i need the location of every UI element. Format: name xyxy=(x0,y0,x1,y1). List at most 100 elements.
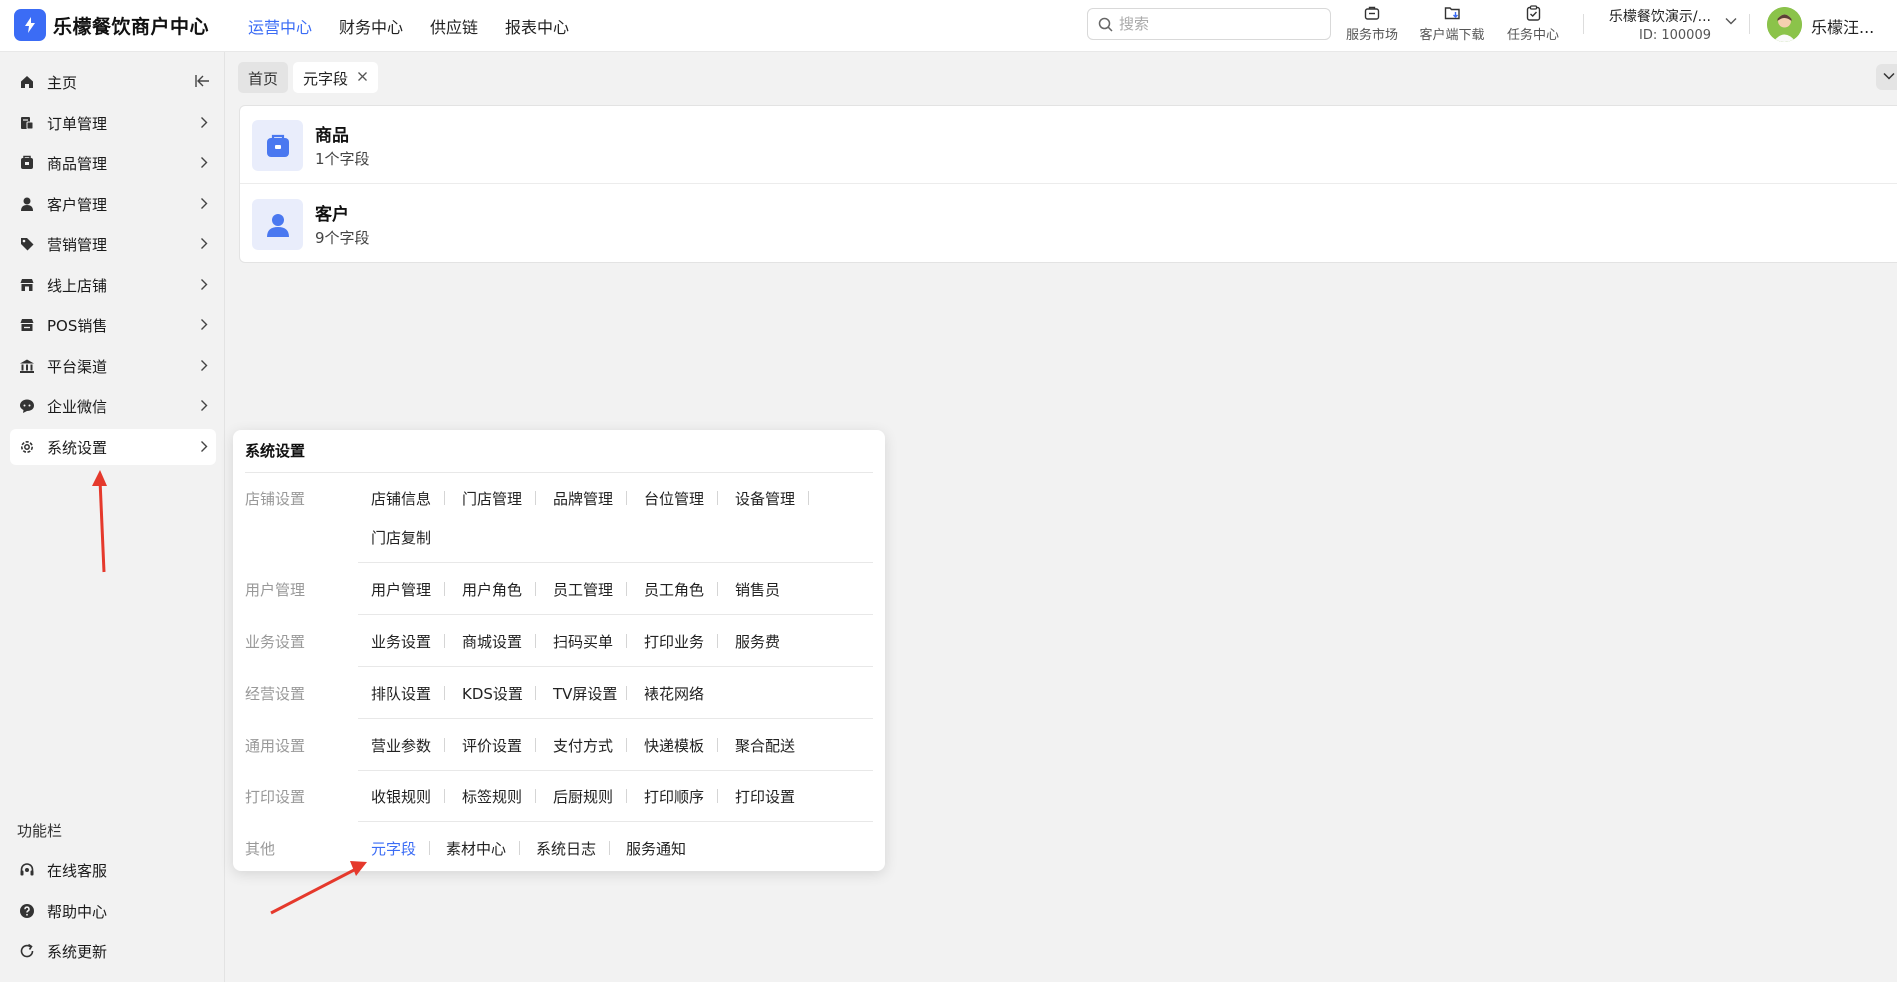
link-table-management[interactable]: 台位管理 xyxy=(644,488,704,509)
client-download-button[interactable]: 客户端下载 xyxy=(1415,4,1489,48)
username[interactable]: 乐檬汪... xyxy=(1811,14,1874,38)
collapse-sidebar-icon[interactable] xyxy=(194,74,210,88)
divider xyxy=(717,738,718,752)
avatar[interactable] xyxy=(1767,7,1802,42)
link-queue-settings[interactable]: 排队设置 xyxy=(371,683,431,704)
link-kds-settings[interactable]: KDS设置 xyxy=(462,683,523,704)
brand-logo-icon[interactable] xyxy=(14,9,46,41)
link-brand-management[interactable]: 品牌管理 xyxy=(553,488,613,509)
link-label-rules[interactable]: 标签规则 xyxy=(462,786,522,807)
link-staff-management[interactable]: 员工管理 xyxy=(553,579,613,600)
tag-icon xyxy=(21,238,34,251)
top-nav-reports[interactable]: 报表中心 xyxy=(505,14,569,38)
sidebar-item-label: POS销售 xyxy=(47,317,108,335)
link-salesperson[interactable]: 销售员 xyxy=(735,579,780,600)
link-print-order[interactable]: 打印顺序 xyxy=(644,786,704,807)
list-item-goods[interactable]: 商品 1个字段 xyxy=(240,106,1897,184)
link-store-copy[interactable]: 门店复制 xyxy=(371,527,431,548)
service-market-button[interactable]: 服务市场 xyxy=(1342,4,1402,48)
search-input[interactable] xyxy=(1119,13,1319,35)
task-center-button[interactable]: 任务中心 xyxy=(1503,4,1563,48)
chevron-down-icon xyxy=(1725,18,1737,25)
group-title: 业务设置 xyxy=(245,633,306,651)
top-bar: 乐檬餐饮商户中心 运营中心 财务中心 供应链 报表中心 服务市场 客户端下载 任… xyxy=(0,0,1897,52)
top-nav-supply-chain[interactable]: 供应链 xyxy=(430,14,478,38)
search-box[interactable] xyxy=(1087,8,1331,40)
divider xyxy=(444,634,445,648)
close-icon[interactable] xyxy=(357,71,368,82)
link-user-roles[interactable]: 用户角色 xyxy=(462,579,522,600)
list-item-customers[interactable]: 客户 9个字段 xyxy=(240,185,1897,263)
top-nav-finance[interactable]: 财务中心 xyxy=(339,14,403,38)
link-print-settings[interactable]: 打印设置 xyxy=(735,786,795,807)
clipboard-check-icon xyxy=(1526,5,1540,21)
order-icon xyxy=(21,117,34,130)
link-kitchen-rules[interactable]: 后厨规则 xyxy=(553,786,613,807)
headset-icon xyxy=(20,863,34,876)
sidebar-item-system-settings[interactable]: 系统设置 xyxy=(10,429,216,465)
home-icon xyxy=(21,76,33,88)
link-meta-fields[interactable]: 元字段 xyxy=(371,838,416,859)
link-mall-settings[interactable]: 商城设置 xyxy=(462,631,522,652)
link-branch-management[interactable]: 门店管理 xyxy=(462,488,522,509)
link-staff-roles[interactable]: 员工角色 xyxy=(644,579,704,600)
sidebar-item-label: 帮助中心 xyxy=(47,903,108,921)
sidebar-item-online-support[interactable]: 在线客服 xyxy=(10,852,216,888)
link-aggregated-delivery[interactable]: 聚合配送 xyxy=(735,735,795,756)
divider xyxy=(358,821,873,822)
customer-user-icon xyxy=(252,199,303,250)
link-decoration-network[interactable]: 裱花网络 xyxy=(644,683,704,704)
sidebar-item-customers[interactable]: 客户管理 xyxy=(10,186,216,222)
link-store-info[interactable]: 店铺信息 xyxy=(371,488,431,509)
card-title: 客户 xyxy=(315,205,349,225)
tab-meta-fields[interactable]: 元字段 xyxy=(293,62,379,93)
chevron-right-icon xyxy=(201,319,208,330)
group-title: 用户管理 xyxy=(245,581,306,599)
task-center-label: 任务中心 xyxy=(1506,28,1559,43)
sidebar-item-orders[interactable]: 订单管理 xyxy=(10,105,216,141)
sidebar-item-platform-channels[interactable]: 平台渠道 xyxy=(10,348,216,384)
settings-group-other: 其他 元字段 素材中心 系统日志 服务通知 xyxy=(245,838,873,868)
sidebar-item-help-center[interactable]: 帮助中心 xyxy=(10,893,216,929)
chevron-right-icon xyxy=(201,238,208,249)
link-business-settings[interactable]: 业务设置 xyxy=(371,631,431,652)
link-review-settings[interactable]: 评价设置 xyxy=(462,735,522,756)
search-icon xyxy=(1098,17,1113,32)
link-print-business[interactable]: 打印业务 xyxy=(644,631,704,652)
gear-icon xyxy=(21,441,33,453)
sidebar-item-label: 线上店铺 xyxy=(47,277,108,295)
link-tv-screen-settings[interactable]: TV屏设置 xyxy=(553,683,617,704)
bank-icon xyxy=(20,359,34,373)
top-nav-operations[interactable]: 运营中心 xyxy=(248,14,312,38)
link-cashier-rules[interactable]: 收银规则 xyxy=(371,786,431,807)
link-business-params[interactable]: 营业参数 xyxy=(371,735,431,756)
sidebar-item-home[interactable]: 主页 xyxy=(10,64,216,100)
divider xyxy=(358,770,873,771)
sidebar-item-label: 订单管理 xyxy=(47,115,108,133)
tab-home[interactable]: 首页 xyxy=(238,62,289,93)
link-shipping-templates[interactable]: 快递模板 xyxy=(644,735,704,756)
link-scan-pay[interactable]: 扫码买单 xyxy=(553,631,613,652)
header-divider xyxy=(1749,14,1750,34)
divider xyxy=(626,582,627,596)
divider xyxy=(717,634,718,648)
link-payment-methods[interactable]: 支付方式 xyxy=(553,735,613,756)
sidebar-item-marketing[interactable]: 营销管理 xyxy=(10,226,216,262)
link-user-management[interactable]: 用户管理 xyxy=(371,579,431,600)
link-service-notifications[interactable]: 服务通知 xyxy=(626,838,686,859)
group-title: 其他 xyxy=(245,840,276,858)
settings-group-business: 业务设置 业务设置 商城设置 扫码买单 打印业务 服务费 xyxy=(245,631,873,661)
link-device-management[interactable]: 设备管理 xyxy=(735,488,795,509)
store-switcher[interactable]: 乐檬餐饮演示/... ID: 100009 xyxy=(1599,4,1739,48)
link-system-logs[interactable]: 系统日志 xyxy=(536,838,596,859)
divider xyxy=(626,738,627,752)
sidebar-item-online-store[interactable]: 线上店铺 xyxy=(10,267,216,303)
link-material-center[interactable]: 素材中心 xyxy=(446,838,506,859)
tabs-dropdown-button[interactable] xyxy=(1876,64,1897,90)
link-service-fee[interactable]: 服务费 xyxy=(735,631,780,652)
divider xyxy=(444,686,445,700)
sidebar-item-wecom[interactable]: 企业微信 xyxy=(10,388,216,424)
sidebar-item-goods[interactable]: 商品管理 xyxy=(10,145,216,181)
sidebar-item-pos-sales[interactable]: POS销售 xyxy=(10,307,216,343)
sidebar-item-system-update[interactable]: 系统更新 xyxy=(10,933,216,969)
